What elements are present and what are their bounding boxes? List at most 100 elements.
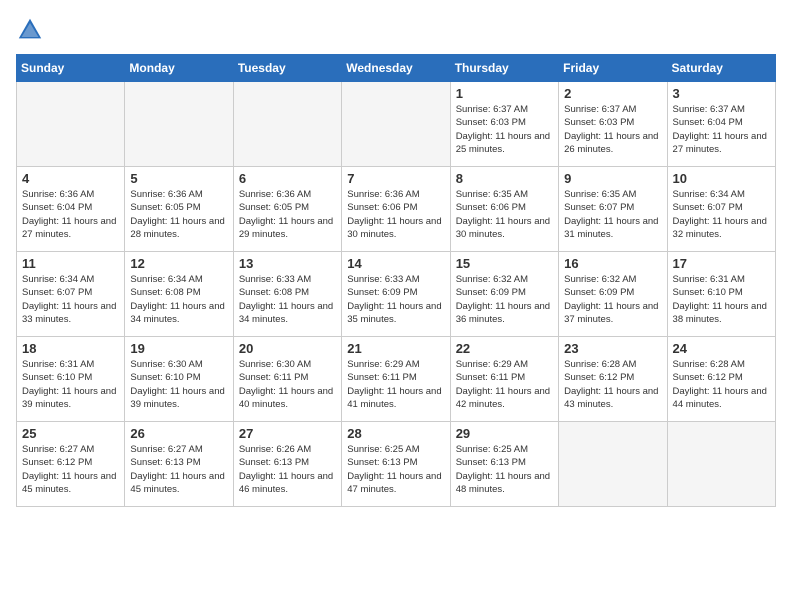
day-number: 4 <box>22 171 119 186</box>
day-info: Sunrise: 6:36 AM Sunset: 6:05 PM Dayligh… <box>130 188 227 241</box>
calendar-cell: 21 Sunrise: 6:29 AM Sunset: 6:11 PM Dayli… <box>342 337 450 422</box>
day-info: Sunrise: 6:34 AM Sunset: 6:07 PM Dayligh… <box>673 188 770 241</box>
calendar-cell: 10 Sunrise: 6:34 AM Sunset: 6:07 PM Dayli… <box>667 167 775 252</box>
day-info: Sunrise: 6:31 AM Sunset: 6:10 PM Dayligh… <box>22 358 119 411</box>
week-row-2: 4 Sunrise: 6:36 AM Sunset: 6:04 PM Daylig… <box>17 167 776 252</box>
day-number: 20 <box>239 341 336 356</box>
day-number: 3 <box>673 86 770 101</box>
day-number: 12 <box>130 256 227 271</box>
day-info: Sunrise: 6:29 AM Sunset: 6:11 PM Dayligh… <box>347 358 444 411</box>
day-info: Sunrise: 6:33 AM Sunset: 6:08 PM Dayligh… <box>239 273 336 326</box>
day-info: Sunrise: 6:34 AM Sunset: 6:07 PM Dayligh… <box>22 273 119 326</box>
day-number: 21 <box>347 341 444 356</box>
day-info: Sunrise: 6:36 AM Sunset: 6:06 PM Dayligh… <box>347 188 444 241</box>
day-number: 17 <box>673 256 770 271</box>
day-header-monday: Monday <box>125 55 233 82</box>
calendar-cell: 18 Sunrise: 6:31 AM Sunset: 6:10 PM Dayli… <box>17 337 125 422</box>
calendar-cell: 19 Sunrise: 6:30 AM Sunset: 6:10 PM Dayli… <box>125 337 233 422</box>
day-number: 7 <box>347 171 444 186</box>
day-info: Sunrise: 6:27 AM Sunset: 6:13 PM Dayligh… <box>130 443 227 496</box>
day-info: Sunrise: 6:34 AM Sunset: 6:08 PM Dayligh… <box>130 273 227 326</box>
calendar-cell: 8 Sunrise: 6:35 AM Sunset: 6:06 PM Daylig… <box>450 167 558 252</box>
calendar-cell <box>125 82 233 167</box>
day-info: Sunrise: 6:32 AM Sunset: 6:09 PM Dayligh… <box>564 273 661 326</box>
calendar-body: 1 Sunrise: 6:37 AM Sunset: 6:03 PM Daylig… <box>17 82 776 507</box>
calendar-cell: 6 Sunrise: 6:36 AM Sunset: 6:05 PM Daylig… <box>233 167 341 252</box>
calendar-cell: 27Sunrise: 6:26 AM Sunset: 6:13 PM Dayli… <box>233 422 341 507</box>
day-info: Sunrise: 6:28 AM Sunset: 6:12 PM Dayligh… <box>673 358 770 411</box>
day-info: Sunrise: 6:35 AM Sunset: 6:07 PM Dayligh… <box>564 188 661 241</box>
calendar-cell: 17 Sunrise: 6:31 AM Sunset: 6:10 PM Dayli… <box>667 252 775 337</box>
day-header-sunday: Sunday <box>17 55 125 82</box>
calendar-cell: 22 Sunrise: 6:29 AM Sunset: 6:11 PM Dayli… <box>450 337 558 422</box>
calendar-cell: 11Sunrise: 6:34 AM Sunset: 6:07 PM Dayli… <box>17 252 125 337</box>
day-header-thursday: Thursday <box>450 55 558 82</box>
calendar-cell <box>233 82 341 167</box>
day-number: 23 <box>564 341 661 356</box>
day-number: 6 <box>239 171 336 186</box>
page-header <box>16 16 776 44</box>
day-info: Sunrise: 6:29 AM Sunset: 6:11 PM Dayligh… <box>456 358 553 411</box>
day-info: Sunrise: 6:28 AM Sunset: 6:12 PM Dayligh… <box>564 358 661 411</box>
day-number: 1 <box>456 86 553 101</box>
calendar-cell: 28 Sunrise: 6:25 AM Sunset: 6:13 PM Dayli… <box>342 422 450 507</box>
day-number: 5 <box>130 171 227 186</box>
calendar-cell: 4 Sunrise: 6:36 AM Sunset: 6:04 PM Daylig… <box>17 167 125 252</box>
day-number: 2 <box>564 86 661 101</box>
calendar-cell: 15 Sunrise: 6:32 AM Sunset: 6:09 PM Dayli… <box>450 252 558 337</box>
day-number: 19 <box>130 341 227 356</box>
week-row-1: 1 Sunrise: 6:37 AM Sunset: 6:03 PM Daylig… <box>17 82 776 167</box>
calendar-cell: 29 Sunrise: 6:25 AM Sunset: 6:13 PM Dayli… <box>450 422 558 507</box>
day-info: Sunrise: 6:33 AM Sunset: 6:09 PM Dayligh… <box>347 273 444 326</box>
calendar-cell: 13 Sunrise: 6:33 AM Sunset: 6:08 PM Dayli… <box>233 252 341 337</box>
day-header-wednesday: Wednesday <box>342 55 450 82</box>
day-number: 13 <box>239 256 336 271</box>
calendar-table: SundayMondayTuesdayWednesdayThursdayFrid… <box>16 54 776 507</box>
week-row-3: 11Sunrise: 6:34 AM Sunset: 6:07 PM Dayli… <box>17 252 776 337</box>
day-info: Sunrise: 6:30 AM Sunset: 6:11 PM Dayligh… <box>239 358 336 411</box>
day-number: 18 <box>22 341 119 356</box>
day-info: Sunrise: 6:25 AM Sunset: 6:13 PM Dayligh… <box>456 443 553 496</box>
calendar-cell: 26 Sunrise: 6:27 AM Sunset: 6:13 PM Dayli… <box>125 422 233 507</box>
day-number: 27 <box>239 426 336 441</box>
day-number: 25 <box>22 426 119 441</box>
calendar-cell: 24Sunrise: 6:28 AM Sunset: 6:12 PM Dayli… <box>667 337 775 422</box>
week-row-5: 25 Sunrise: 6:27 AM Sunset: 6:12 PM Dayli… <box>17 422 776 507</box>
day-number: 16 <box>564 256 661 271</box>
day-number: 10 <box>673 171 770 186</box>
calendar-cell: 12 Sunrise: 6:34 AM Sunset: 6:08 PM Dayli… <box>125 252 233 337</box>
day-info: Sunrise: 6:31 AM Sunset: 6:10 PM Dayligh… <box>673 273 770 326</box>
day-info: Sunrise: 6:35 AM Sunset: 6:06 PM Dayligh… <box>456 188 553 241</box>
day-number: 14 <box>347 256 444 271</box>
day-info: Sunrise: 6:36 AM Sunset: 6:05 PM Dayligh… <box>239 188 336 241</box>
calendar-cell: 16 Sunrise: 6:32 AM Sunset: 6:09 PM Dayli… <box>559 252 667 337</box>
calendar-cell: 3 Sunrise: 6:37 AM Sunset: 6:04 PM Daylig… <box>667 82 775 167</box>
calendar-cell: 25 Sunrise: 6:27 AM Sunset: 6:12 PM Dayli… <box>17 422 125 507</box>
day-number: 15 <box>456 256 553 271</box>
day-info: Sunrise: 6:37 AM Sunset: 6:03 PM Dayligh… <box>456 103 553 156</box>
day-number: 28 <box>347 426 444 441</box>
day-info: Sunrise: 6:30 AM Sunset: 6:10 PM Dayligh… <box>130 358 227 411</box>
day-number: 29 <box>456 426 553 441</box>
day-info: Sunrise: 6:37 AM Sunset: 6:04 PM Dayligh… <box>673 103 770 156</box>
calendar-cell: 1 Sunrise: 6:37 AM Sunset: 6:03 PM Daylig… <box>450 82 558 167</box>
calendar-cell: 7 Sunrise: 6:36 AM Sunset: 6:06 PM Daylig… <box>342 167 450 252</box>
calendar-cell <box>17 82 125 167</box>
day-number: 26 <box>130 426 227 441</box>
week-row-4: 18 Sunrise: 6:31 AM Sunset: 6:10 PM Dayli… <box>17 337 776 422</box>
day-info: Sunrise: 6:32 AM Sunset: 6:09 PM Dayligh… <box>456 273 553 326</box>
calendar-cell: 9Sunrise: 6:35 AM Sunset: 6:07 PM Daylig… <box>559 167 667 252</box>
day-number: 8 <box>456 171 553 186</box>
day-info: Sunrise: 6:36 AM Sunset: 6:04 PM Dayligh… <box>22 188 119 241</box>
calendar-cell: 2 Sunrise: 6:37 AM Sunset: 6:03 PM Daylig… <box>559 82 667 167</box>
day-number: 22 <box>456 341 553 356</box>
calendar-cell <box>667 422 775 507</box>
day-header-saturday: Saturday <box>667 55 775 82</box>
day-info: Sunrise: 6:25 AM Sunset: 6:13 PM Dayligh… <box>347 443 444 496</box>
day-info: Sunrise: 6:37 AM Sunset: 6:03 PM Dayligh… <box>564 103 661 156</box>
day-info: Sunrise: 6:27 AM Sunset: 6:12 PM Dayligh… <box>22 443 119 496</box>
calendar-cell <box>342 82 450 167</box>
calendar-cell <box>559 422 667 507</box>
calendar-header-row: SundayMondayTuesdayWednesdayThursdayFrid… <box>17 55 776 82</box>
logo <box>16 16 48 44</box>
